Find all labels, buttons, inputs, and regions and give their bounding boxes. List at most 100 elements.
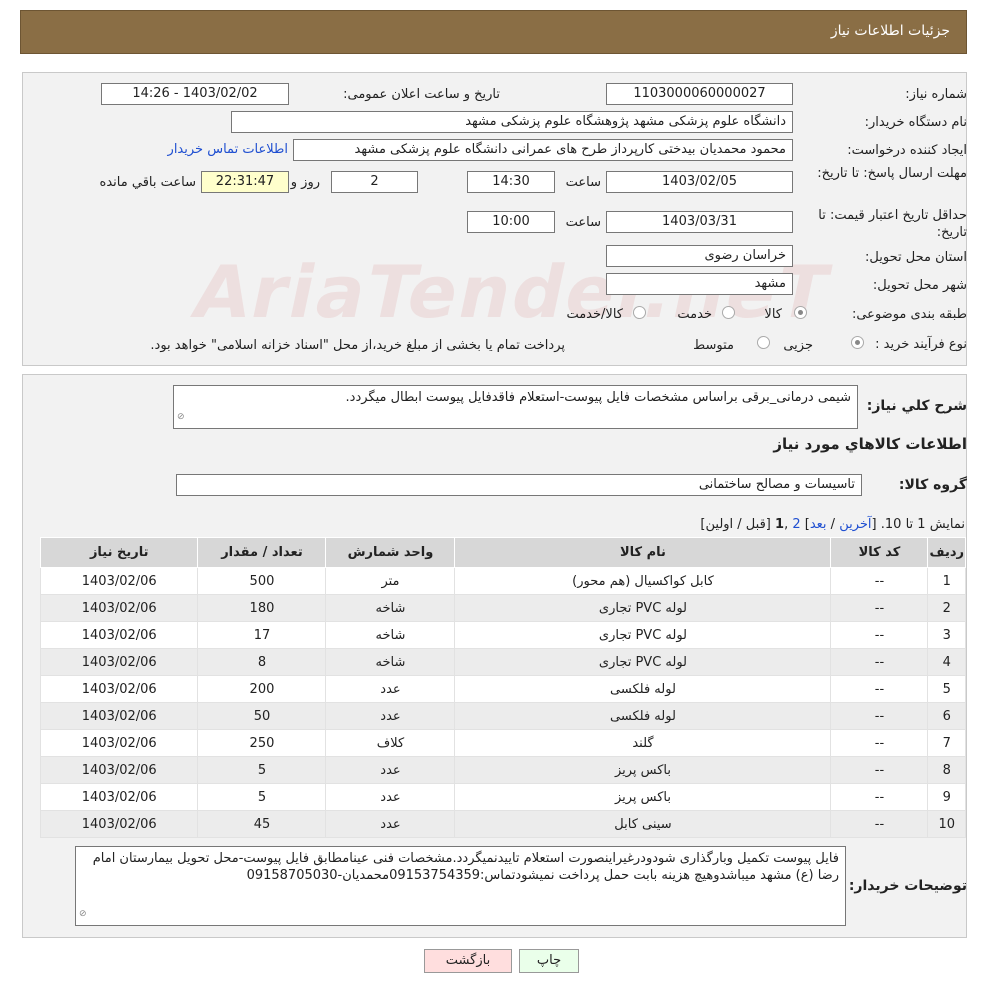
cell-unit: عدد xyxy=(325,756,456,784)
cell-quantity: 17 xyxy=(197,621,327,649)
page-header: جزئیات اطلاعات نیاز xyxy=(20,10,967,54)
cell-item-code: -- xyxy=(830,729,929,757)
cell-quantity: 500 xyxy=(197,567,327,595)
pager: نمایش 1 تا 10. [آخرین / بعد] 2 ,1 [قبل /… xyxy=(700,517,965,532)
goods-table: ردیف کد کالا نام کالا واحد شمارش تعداد /… xyxy=(39,537,966,838)
category-radio-goods[interactable] xyxy=(794,306,807,319)
process-radio-minor[interactable] xyxy=(851,336,864,349)
cell-unit: عدد xyxy=(325,810,456,838)
goods-group-label: گروه کالا: xyxy=(898,477,967,493)
cell-row-number: 5 xyxy=(927,675,966,703)
cell-row-number: 8 xyxy=(927,756,966,784)
pager-page-2-link[interactable]: 2 xyxy=(792,517,800,532)
col-need-date: تاریخ نیاز xyxy=(39,537,199,568)
cell-quantity: 200 xyxy=(197,675,327,703)
category-service-label: خدمت xyxy=(677,307,712,322)
col-unit: واحد شمارش xyxy=(325,537,456,568)
cell-quantity: 250 xyxy=(197,729,327,757)
cell-quantity: 180 xyxy=(197,594,327,622)
need-number-field: 1103000060000027 xyxy=(606,83,793,105)
table-row: 5 -- لوله فلکسی عدد 200 1403/02/06 xyxy=(39,675,966,703)
announce-label: تاریخ و ساعت اعلان عمومی: xyxy=(343,87,500,102)
buyer-org-label: نام دستگاه خریدار: xyxy=(864,115,967,130)
cell-row-number: 3 xyxy=(927,621,966,649)
buyer-org-field: دانشگاه علوم پزشکی مشهد پژوهشگاه علوم پز… xyxy=(231,111,793,133)
table-row: 1 -- کابل کواکسیال (هم محور) متر 500 1403/02/… xyxy=(39,567,966,595)
buyer-notes-label: توضیحات خریدار: xyxy=(848,878,967,894)
cell-item-name: گلند xyxy=(454,729,832,757)
buyer-notes-text: فایل پیوست تکمیل وبارگذاری شودودرغیراینص… xyxy=(92,851,839,883)
cell-row-number: 4 xyxy=(927,648,966,676)
cell-quantity: 5 xyxy=(197,783,327,811)
cell-row-number: 1 xyxy=(927,567,966,595)
days-label: روز و xyxy=(290,175,320,190)
cell-unit: عدد xyxy=(325,675,456,703)
cell-row-number: 2 xyxy=(927,594,966,622)
cell-item-name: لوله PVC تجاری xyxy=(454,621,832,649)
table-row: 7 -- گلند کلاف 250 1403/02/06 xyxy=(39,729,966,757)
col-item-code: کد کالا xyxy=(830,537,929,568)
requester-label: ایجاد کننده درخواست: xyxy=(847,143,967,158)
category-label: طبقه بندی موضوعی: xyxy=(851,307,967,322)
cell-item-code: -- xyxy=(830,810,929,838)
cell-unit: کلاف xyxy=(325,729,456,757)
cell-need-date: 1403/02/06 xyxy=(39,567,199,595)
cell-unit: عدد xyxy=(325,783,456,811)
validity-time-field: 10:00 xyxy=(467,211,555,233)
cell-quantity: 8 xyxy=(197,648,327,676)
deadline-time-label: ساعت xyxy=(565,175,601,190)
deadline-time-field: 14:30 xyxy=(467,171,555,193)
cell-need-date: 1403/02/06 xyxy=(39,783,199,811)
cell-quantity: 50 xyxy=(197,702,327,730)
cell-row-number: 7 xyxy=(927,729,966,757)
cell-item-name: لوله PVC تجاری xyxy=(454,648,832,676)
cell-row-number: 6 xyxy=(927,702,966,730)
process-radio-medium[interactable] xyxy=(757,336,770,349)
pager-last-link[interactable]: آخرین xyxy=(839,517,871,532)
category-goods-label: کالا xyxy=(764,307,782,322)
print-button[interactable]: چاپ xyxy=(519,949,579,973)
cell-item-code: -- xyxy=(830,594,929,622)
city-label: شهر محل تحویل: xyxy=(872,278,967,293)
validity-label: حداقل تاریخ اعتبار قیمت: تا تاریخ: xyxy=(818,208,967,240)
process-label: نوع فرآیند خرید : xyxy=(875,337,967,352)
province-field: خراسان رضوی xyxy=(606,245,793,267)
category-radio-service[interactable] xyxy=(722,306,735,319)
process-minor-label: جزیی xyxy=(783,338,813,353)
cell-item-code: -- xyxy=(830,648,929,676)
pager-prefix: نمایش 1 تا 10. xyxy=(880,517,965,532)
cell-need-date: 1403/02/06 xyxy=(39,675,199,703)
announce-field: 1403/02/02 - 14:26 xyxy=(101,83,289,105)
category-radio-goods-service[interactable] xyxy=(633,306,646,319)
process-note: پرداخت تمام یا بخشی از مبلغ خرید،از محل … xyxy=(150,338,565,353)
summary-text: شیمی درمانی_برقی براساس مشخصات فایل پیوس… xyxy=(345,390,851,405)
back-button[interactable]: بازگشت xyxy=(424,949,512,973)
cell-item-name: لوله فلکسی xyxy=(454,675,832,703)
contact-buyer-link[interactable]: اطلاعات تماس خریدار xyxy=(168,142,288,157)
table-row: 9 -- باکس پریز عدد 5 1403/02/06 xyxy=(39,783,966,811)
cell-need-date: 1403/02/06 xyxy=(39,594,199,622)
summary-textarea: شیمی درمانی_برقی براساس مشخصات فایل پیوس… xyxy=(173,385,858,429)
need-number-label: شماره نیاز: xyxy=(905,87,967,102)
process-medium-label: متوسط xyxy=(693,338,734,353)
cell-unit: متر xyxy=(325,567,456,595)
cell-need-date: 1403/02/06 xyxy=(39,729,199,757)
table-row: 6 -- لوله فلکسی عدد 50 1403/02/06 xyxy=(39,702,966,730)
cell-unit: شاخه xyxy=(325,621,456,649)
cell-need-date: 1403/02/06 xyxy=(39,648,199,676)
pager-current-page: 1 xyxy=(775,517,785,532)
cell-unit: شاخه xyxy=(325,594,456,622)
pager-next-link[interactable]: بعد xyxy=(810,517,827,532)
deadline-date-field: 1403/02/05 xyxy=(606,171,793,193)
goods-section-title: اطلاعات کالاهاي مورد نياز xyxy=(773,435,967,453)
validity-time-label: ساعت xyxy=(565,215,601,230)
cell-item-name: باکس پریز xyxy=(454,756,832,784)
category-goods-service-label: کالا/خدمت xyxy=(566,307,623,322)
summary-label: شرح کلي نياز: xyxy=(866,398,967,414)
pager-prev-first: [قبل / اولین] xyxy=(700,517,771,532)
requester-field: محمود محمدیان بیدختی کارپرداز طرح های عم… xyxy=(293,139,793,161)
resize-grip-icon: ⊘ xyxy=(79,909,87,919)
cell-item-code: -- xyxy=(830,621,929,649)
table-row: 10 -- سینی کابل عدد 45 1403/02/06 xyxy=(39,810,966,838)
remaining-label: ساعت باقي مانده xyxy=(99,175,196,190)
